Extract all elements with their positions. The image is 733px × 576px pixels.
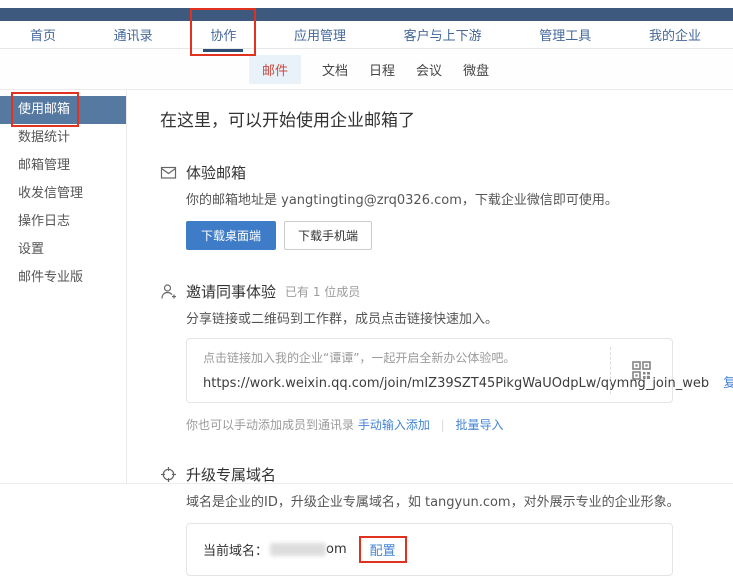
sidebar-item-send-receive[interactable]: 收发信管理 [0, 180, 126, 208]
download-mobile-button[interactable]: 下载手机端 [284, 221, 372, 250]
primary-nav: 首页 通讯录 协作 应用管理 客户与上下游 管理工具 我的企业 [0, 21, 733, 49]
tab-meeting[interactable]: 会议 [416, 60, 442, 79]
copy-link[interactable]: 复制 [723, 376, 733, 391]
section-title-invite: 邀请同事体验 [186, 281, 276, 302]
sidebar-item-use-mailbox[interactable]: 使用邮箱 [0, 96, 126, 124]
mailbox-description: 你的邮箱地址是 yangtingting@zrq0326.com，下载企业微信即… [186, 192, 733, 210]
configure-link[interactable]: 配置 [370, 544, 396, 559]
mailbox-email-address: yangtingting@zrq0326.com [281, 193, 462, 208]
nav-item-contacts[interactable]: 通讯录 [114, 25, 153, 44]
tab-drive[interactable]: 微盘 [463, 60, 489, 79]
manual-add-note: 你也可以手动添加成员到通讯录 手动输入添加 | 批量导入 [186, 416, 733, 433]
sidebar-item-operation-log[interactable]: 操作日志 [0, 208, 126, 236]
sidebar-item-use-mailbox-label: 使用邮箱 [18, 102, 70, 117]
section-try-mailbox: 体验邮箱 你的邮箱地址是 yangtingting@zrq0326.com，下载… [160, 162, 733, 250]
invite-description: 分享链接或二维码到工作群，成员点击链接快速加入。 [186, 311, 733, 329]
content-layout: 使用邮箱 数据统计 邮箱管理 收发信管理 操作日志 设置 邮件专业版 在这里，可… [0, 90, 733, 484]
qr-code-panel[interactable] [610, 339, 672, 402]
active-nav-underline [203, 49, 243, 52]
sidebar: 使用邮箱 数据统计 邮箱管理 收发信管理 操作日志 设置 邮件专业版 [0, 90, 127, 483]
mailbox-desc-prefix: 你的邮箱地址是 [186, 193, 281, 208]
invite-share-text: 点击链接加入我的企业“谭谭”，一起开启全新办公体验吧。 [203, 349, 610, 366]
top-header-strip [0, 8, 733, 21]
manual-note-text: 你也可以手动添加成员到通讯录 [186, 418, 358, 432]
invite-link-box: 点击链接加入我的企业“谭谭”，一起开启全新办公体验吧。 https://work… [186, 338, 673, 403]
main-content: 在这里，可以开始使用企业邮箱了 体验邮箱 你的邮箱地址是 yangtingtin… [127, 90, 733, 483]
nav-item-collaboration[interactable]: 协作 [210, 25, 236, 44]
section-domain: 升级专属域名 域名是企业的ID，升级企业专属域名，如 tangyun.com，对… [160, 464, 733, 575]
tab-calendar[interactable]: 日程 [369, 60, 395, 79]
sidebar-item-statistics[interactable]: 数据统计 [0, 124, 126, 152]
tab-docs[interactable]: 文档 [322, 60, 348, 79]
sidebar-item-mailbox-management[interactable]: 邮箱管理 [0, 152, 126, 180]
section-title-domain: 升级专属域名 [186, 464, 276, 485]
blurred-domain-value [270, 543, 326, 556]
domain-description: 域名是企业的ID，升级企业专属域名，如 tangyun.com，对外展示专业的企… [186, 494, 733, 512]
envelope-icon [160, 164, 177, 181]
section-invite: 邀请同事体验 已有 1 位成员 分享链接或二维码到工作群，成员点击链接快速加入。… [160, 281, 733, 433]
sidebar-item-settings[interactable]: 设置 [0, 236, 126, 264]
manual-add-link[interactable]: 手动输入添加 [358, 418, 430, 432]
secondary-tabs: 邮件 文档 日程 会议 微盘 [0, 49, 733, 90]
nav-item-home[interactable]: 首页 [30, 25, 56, 44]
qr-code-icon[interactable] [632, 361, 651, 380]
nav-item-my-company[interactable]: 我的企业 [649, 25, 701, 44]
person-add-icon [160, 283, 177, 300]
current-domain-box: 当前域名： om 配置 [186, 523, 673, 576]
download-desktop-button[interactable]: 下载桌面端 [186, 221, 276, 250]
section-title-try-mailbox: 体验邮箱 [186, 162, 246, 183]
member-count-text: 已有 1 位成员 [285, 283, 360, 300]
domain-icon [160, 466, 177, 483]
sidebar-item-mail-pro[interactable]: 邮件专业版 [0, 264, 126, 292]
domain-suffix: om [326, 542, 347, 557]
page-title: 在这里，可以开始使用企业邮箱了 [160, 106, 733, 131]
current-domain-label: 当前域名： [203, 540, 268, 559]
nav-item-customers[interactable]: 客户与上下游 [404, 25, 482, 44]
nav-item-collaboration-label: 协作 [210, 29, 236, 44]
mailbox-desc-suffix: ，下载企业微信即可使用。 [462, 193, 618, 208]
tab-mail[interactable]: 邮件 [249, 55, 301, 84]
note-separator: | [441, 418, 445, 432]
red-annotation-box-configure: 配置 [359, 536, 407, 563]
nav-item-admin-tools[interactable]: 管理工具 [539, 25, 591, 44]
batch-import-link[interactable]: 批量导入 [456, 418, 504, 432]
nav-item-apps[interactable]: 应用管理 [294, 25, 346, 44]
